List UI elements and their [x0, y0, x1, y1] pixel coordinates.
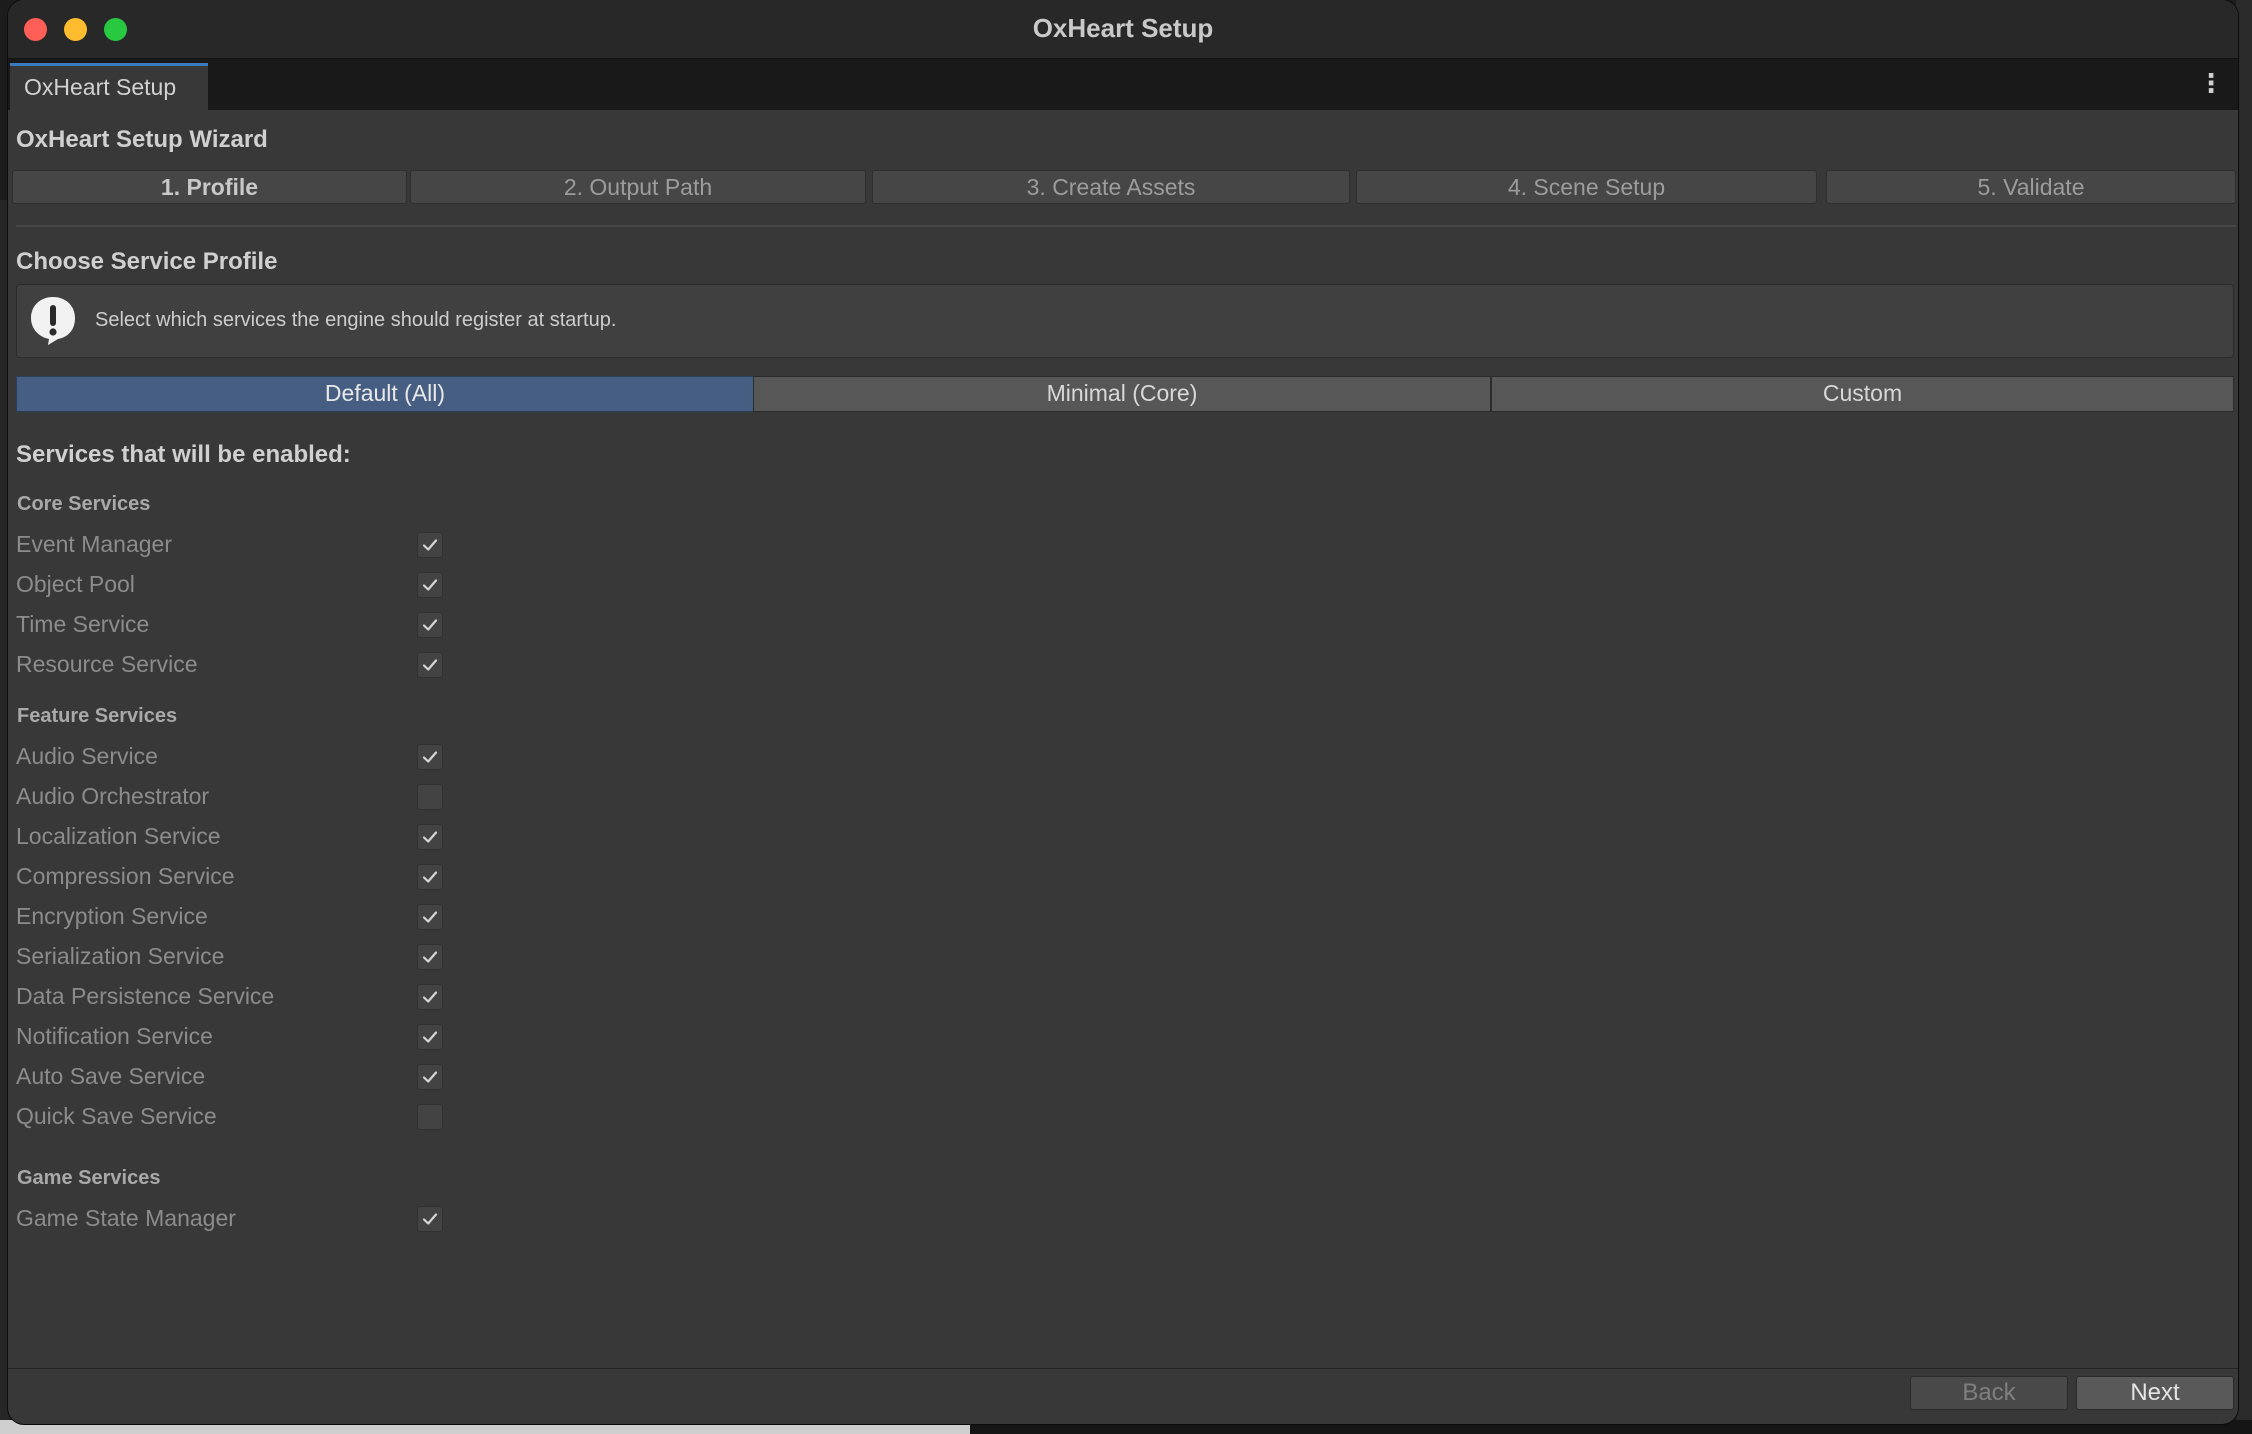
service-checkbox[interactable]: [417, 984, 443, 1010]
checkmark-icon: [422, 1213, 438, 1225]
service-checkbox[interactable]: [417, 1064, 443, 1090]
service-checkbox[interactable]: [417, 1104, 443, 1130]
service-label: Notification Service: [16, 1023, 213, 1049]
service-label: Audio Service: [16, 743, 158, 769]
kebab-menu-icon[interactable]: ⋮: [2198, 68, 2224, 98]
checkmark-icon: [422, 991, 438, 1003]
wizard-step-2[interactable]: 2. Output Path: [410, 170, 866, 204]
service-checkbox[interactable]: [417, 652, 443, 678]
help-box: Select which services the engine should …: [16, 284, 2234, 358]
checkmark-icon: [422, 619, 438, 631]
service-label: Encryption Service: [16, 903, 208, 929]
checkmark-icon: [422, 751, 438, 763]
footer-divider: [8, 1368, 2238, 1369]
back-button[interactable]: Back: [1910, 1376, 2068, 1410]
service-label: Auto Save Service: [16, 1063, 206, 1089]
title-bar[interactable]: OxHeart Setup: [8, 0, 2238, 59]
checkmark-icon: [422, 539, 438, 551]
checkmark-icon: [422, 831, 438, 843]
service-label: Time Service: [16, 611, 150, 637]
service-checkbox[interactable]: [417, 904, 443, 930]
exclamation-bubble-icon: [31, 297, 75, 345]
service-group-title: Feature Services: [17, 705, 178, 727]
profile-section-title: Choose Service Profile: [16, 248, 278, 275]
wizard-title: OxHeart Setup Wizard: [16, 126, 268, 153]
service-label: Audio Orchestrator: [16, 783, 210, 809]
profile-option-2[interactable]: Minimal (Core): [753, 376, 1491, 412]
service-checkbox[interactable]: [417, 612, 443, 638]
tab-oxheart-setup[interactable]: OxHeart Setup: [10, 63, 208, 110]
service-label: Event Manager: [16, 531, 172, 557]
service-label: Quick Save Service: [16, 1103, 217, 1129]
service-checkbox[interactable]: [417, 572, 443, 598]
desktop-background-right: [2236, 0, 2252, 1434]
checkmark-icon: [422, 579, 438, 591]
services-title: Services that will be enabled:: [16, 441, 351, 468]
service-label: Serialization Service: [16, 943, 225, 969]
service-checkbox[interactable]: [417, 532, 443, 558]
service-checkbox[interactable]: [417, 1206, 443, 1232]
wizard-step-1[interactable]: 1. Profile: [12, 170, 407, 204]
service-checkbox[interactable]: [417, 944, 443, 970]
checkmark-icon: [422, 871, 438, 883]
service-group-title: Game Services: [17, 1167, 161, 1189]
setup-window: OxHeart Setup OxHeart Setup ⋮ OxHeart Se…: [8, 0, 2238, 1424]
service-label: Object Pool: [16, 571, 135, 597]
service-checkbox[interactable]: [417, 744, 443, 770]
wizard-step-5[interactable]: 5. Validate: [1826, 170, 2236, 204]
service-label: Compression Service: [16, 863, 235, 889]
checkmark-icon: [422, 911, 438, 923]
service-label: Resource Service: [16, 651, 198, 677]
wizard-step-3[interactable]: 3. Create Assets: [872, 170, 1350, 204]
service-group-title: Core Services: [17, 493, 151, 515]
service-label: Data Persistence Service: [16, 983, 275, 1009]
service-checkbox[interactable]: [417, 784, 443, 810]
wizard-step-4[interactable]: 4. Scene Setup: [1356, 170, 1817, 204]
checkmark-icon: [422, 1031, 438, 1043]
help-text: Select which services the engine should …: [95, 309, 617, 331]
service-label: Localization Service: [16, 823, 221, 849]
checkmark-icon: [422, 1071, 438, 1083]
service-checkbox[interactable]: [417, 864, 443, 890]
profile-option-1[interactable]: Default (All): [16, 376, 754, 412]
tab-bar: OxHeart Setup: [8, 59, 2238, 110]
service-label: Game State Manager: [16, 1205, 236, 1231]
service-checkbox[interactable]: [417, 1024, 443, 1050]
service-checkbox[interactable]: [417, 824, 443, 850]
checkmark-icon: [422, 659, 438, 671]
checkmark-icon: [422, 951, 438, 963]
next-button[interactable]: Next: [2076, 1376, 2234, 1410]
profile-option-3[interactable]: Custom: [1491, 376, 2234, 412]
divider: [16, 225, 2236, 227]
window-title: OxHeart Setup: [1032, 13, 1214, 43]
